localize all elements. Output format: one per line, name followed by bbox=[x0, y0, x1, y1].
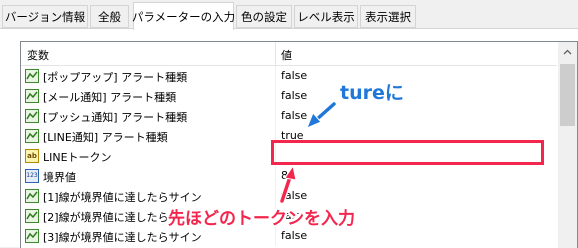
param-name: [LINE通知] アラート種類 bbox=[43, 131, 168, 144]
tab-color-settings[interactable]: 色の設定 bbox=[236, 5, 292, 28]
param-name: [ポップアップ] アラート種類 bbox=[43, 71, 188, 84]
cell-separator bbox=[275, 66, 276, 86]
cell-separator bbox=[275, 226, 276, 246]
input-param-icon bbox=[25, 229, 39, 243]
input-param-icon bbox=[25, 89, 39, 103]
input-param-icon bbox=[25, 189, 39, 203]
input-param-icon bbox=[25, 109, 39, 123]
column-header-variable[interactable]: 変数 bbox=[27, 47, 49, 63]
param-row-push-alert[interactable]: [プッシュ通知] アラート種類 false bbox=[21, 106, 557, 126]
param-name: [プッシュ通知] アラート種類 bbox=[43, 111, 188, 124]
column-separator[interactable] bbox=[275, 42, 276, 65]
param-value[interactable]: 80 bbox=[281, 169, 295, 182]
vertical-scrollbar[interactable] bbox=[558, 42, 577, 248]
param-name: [1]線が境界値に達したらサイン bbox=[43, 191, 202, 204]
param-row-threshold[interactable]: 123 境界値 80 bbox=[21, 166, 557, 186]
param-row-line1-sign[interactable]: [1]線が境界値に達したらサイン false bbox=[21, 186, 557, 206]
chevron-up-icon bbox=[563, 49, 572, 55]
param-row-popup-alert[interactable]: [ポップアップ] アラート種類 false bbox=[21, 66, 557, 86]
scroll-up-button[interactable] bbox=[558, 42, 577, 62]
param-value[interactable]: false bbox=[281, 229, 307, 242]
cell-separator bbox=[275, 166, 276, 186]
input-param-icon bbox=[25, 129, 39, 143]
ture-callout-label: tureに bbox=[340, 82, 404, 104]
cell-separator bbox=[275, 86, 276, 106]
cell-separator bbox=[275, 186, 276, 206]
cell-separator bbox=[275, 106, 276, 126]
param-value[interactable]: false bbox=[281, 109, 307, 122]
param-row-mail-alert[interactable]: [メール通知] アラート種類 false bbox=[21, 86, 557, 106]
param-name: 境界値 bbox=[43, 171, 76, 184]
string-param-icon: ab bbox=[25, 149, 39, 163]
input-param-icon bbox=[25, 209, 39, 223]
token-highlight-box bbox=[271, 140, 544, 165]
token-callout-label: 先ほどのトークンを入力 bbox=[168, 209, 355, 229]
param-name: LINEトークン bbox=[43, 151, 112, 164]
tab-strip: バージョン情報 全般 パラメーターの入力 色の設定 レベル表示 表示選択 bbox=[0, 0, 578, 30]
param-name: [3]線が境界値に達したらサイン bbox=[43, 231, 202, 244]
column-header-value[interactable]: 値 bbox=[281, 47, 292, 63]
param-value[interactable]: false bbox=[281, 89, 307, 102]
param-value[interactable]: false bbox=[281, 69, 307, 82]
input-param-icon bbox=[25, 69, 39, 83]
tab-version-info[interactable]: バージョン情報 bbox=[2, 5, 88, 28]
tab-display-selection[interactable]: 表示選択 bbox=[360, 5, 416, 28]
tab-general[interactable]: 全般 bbox=[90, 5, 129, 28]
param-value[interactable]: false bbox=[281, 189, 307, 202]
tab-parameter-input[interactable]: パラメーターの入力 bbox=[132, 2, 235, 30]
scrollbar-thumb[interactable] bbox=[560, 64, 575, 126]
grid-header: 変数 値 bbox=[21, 42, 557, 66]
param-row-line3-sign[interactable]: [3]線が境界値に達したらサイン false bbox=[21, 226, 557, 246]
tab-level-display[interactable]: レベル表示 bbox=[294, 5, 358, 28]
param-name: [メール通知] アラート種類 bbox=[43, 91, 177, 104]
number-param-icon: 123 bbox=[25, 169, 39, 183]
